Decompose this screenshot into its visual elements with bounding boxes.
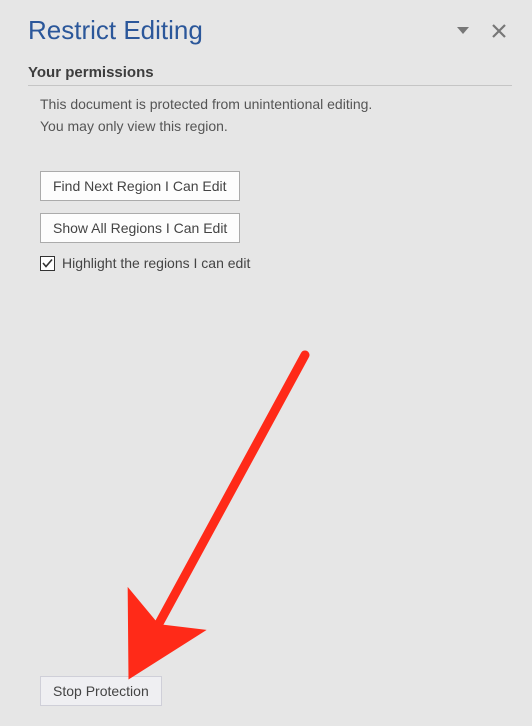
permissions-description: This document is protected from unintent… <box>28 94 512 137</box>
permissions-heading: Your permissions <box>28 64 512 86</box>
checkbox-label: Highlight the regions I can edit <box>62 255 250 271</box>
pane-controls <box>454 22 512 40</box>
dropdown-icon[interactable] <box>454 22 472 40</box>
description-line: This document is protected from unintent… <box>40 94 512 116</box>
pane-title: Restrict Editing <box>28 15 203 46</box>
highlight-regions-checkbox[interactable]: Highlight the regions I can edit <box>40 255 250 271</box>
find-next-region-button[interactable]: Find Next Region I Can Edit <box>40 171 240 201</box>
show-all-regions-button[interactable]: Show All Regions I Can Edit <box>40 213 240 243</box>
description-line: You may only view this region. <box>40 116 512 138</box>
stop-protection-button[interactable]: Stop Protection <box>40 676 162 706</box>
pane-header: Restrict Editing <box>28 15 512 46</box>
close-icon[interactable] <box>490 22 508 40</box>
checkbox-icon <box>40 256 55 271</box>
